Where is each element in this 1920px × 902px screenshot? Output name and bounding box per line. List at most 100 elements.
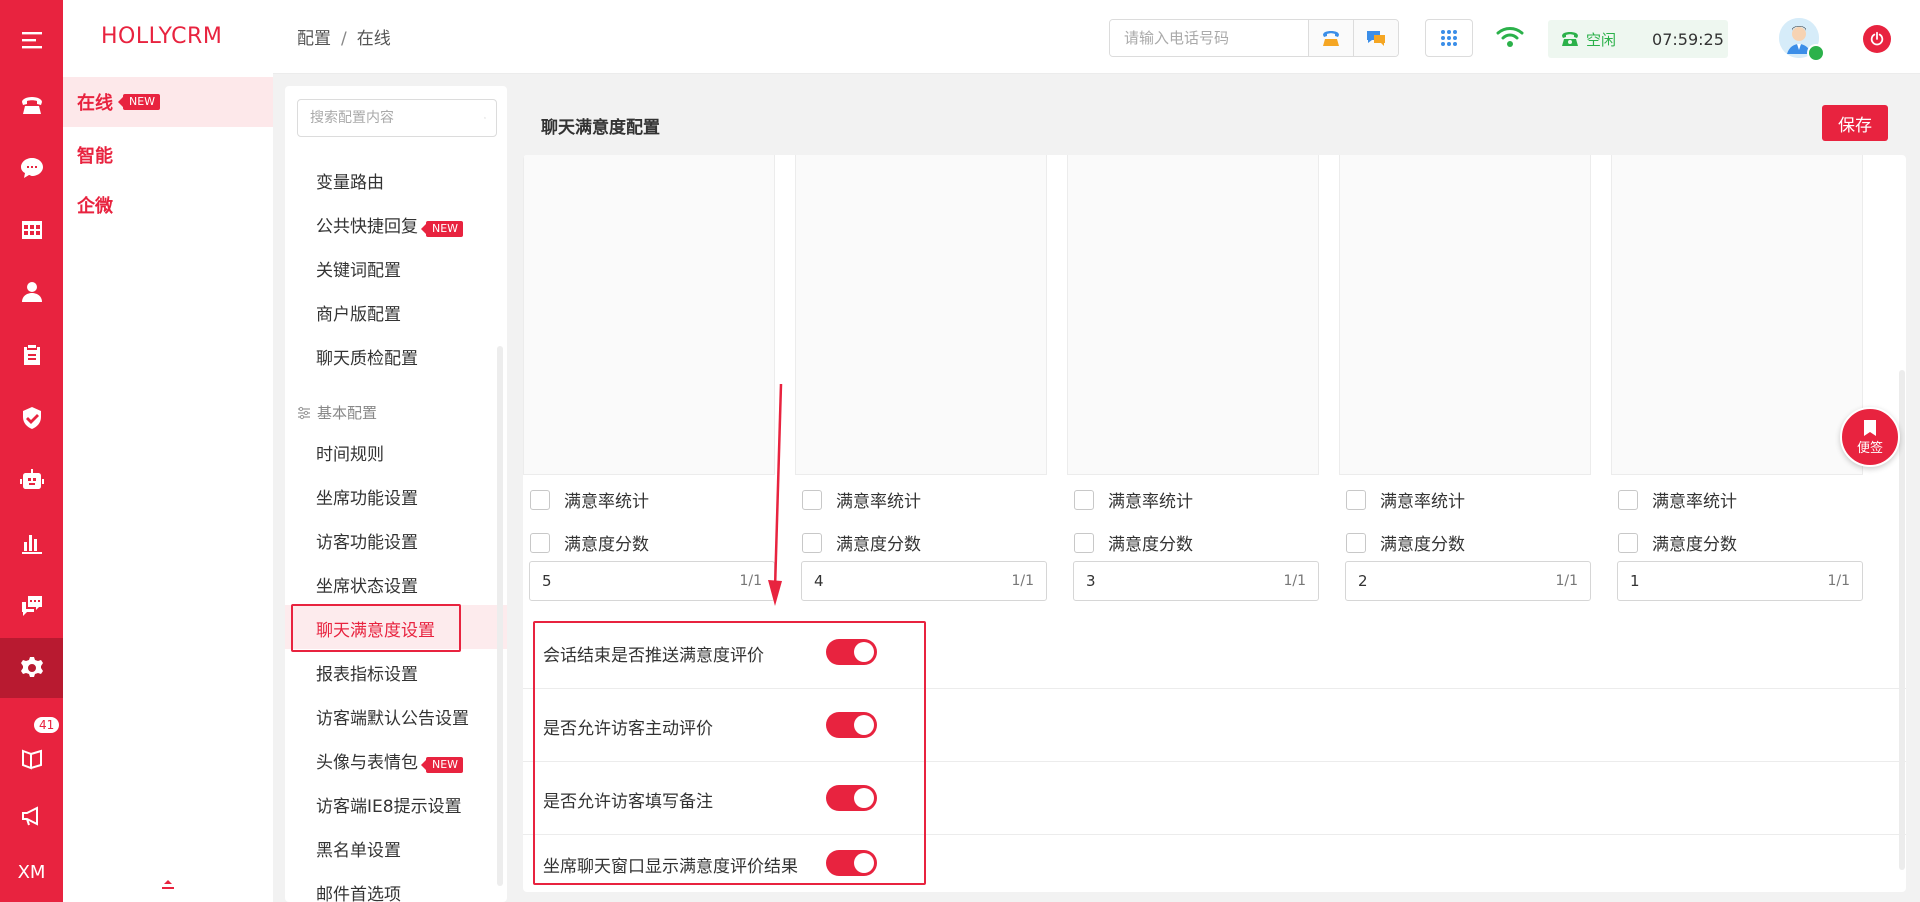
- satisfaction-rate-checkbox[interactable]: 满意率统计: [1618, 487, 1737, 512]
- dialpad-icon: [1441, 30, 1457, 46]
- config-list-panel: 变量路由 公共快捷回复NEW 关键词配置 商户版配置 聊天质检配置 基本配置 时…: [285, 86, 507, 902]
- satisfaction-rate-checkbox[interactable]: 满意率统计: [802, 487, 921, 512]
- new-tag: NEW: [420, 757, 464, 773]
- content-scrollbar[interactable]: [1899, 370, 1905, 870]
- call-icon: [1323, 31, 1339, 46]
- settings-icon[interactable]: [0, 638, 63, 698]
- power-icon: [1870, 31, 1884, 46]
- level-name-input[interactable]: 4 1/1: [801, 561, 1047, 601]
- annotation-arrow-icon: [768, 384, 783, 606]
- grid-icon[interactable]: [0, 200, 63, 260]
- module-nav: HOLLYCRM 在线 NEW 智能 企微: [63, 0, 273, 902]
- contact-icon[interactable]: [0, 262, 63, 322]
- level-column: 满意率统计 满意度分数 3 1/1: [1067, 155, 1319, 605]
- logout-button[interactable]: [1863, 25, 1891, 53]
- annotation-highlight-box: [533, 621, 926, 885]
- level-name-input[interactable]: 5 1/1: [529, 561, 775, 601]
- phone-input[interactable]: [1110, 20, 1308, 56]
- status-phone-icon: [1562, 32, 1578, 46]
- search-icon[interactable]: [484, 109, 486, 127]
- config-search: [297, 99, 497, 137]
- new-tag: NEW: [420, 221, 464, 237]
- level-name-input[interactable]: 2 1/1: [1345, 561, 1591, 601]
- config-item-merchant[interactable]: 商户版配置: [316, 300, 401, 325]
- config-item-keywords[interactable]: 关键词配置: [316, 256, 401, 281]
- level-image-area: [523, 155, 775, 475]
- config-item-agent-status[interactable]: 坐席状态设置: [316, 572, 418, 597]
- satisfaction-score-checkbox[interactable]: 满意度分数: [1074, 530, 1193, 555]
- level-image-area: [795, 155, 1047, 475]
- satisfaction-score-checkbox[interactable]: 满意度分数: [802, 530, 921, 555]
- satisfaction-score-checkbox[interactable]: 满意度分数: [530, 530, 649, 555]
- config-item-public-quick-reply[interactable]: 公共快捷回复 NEW: [316, 212, 464, 237]
- config-list-scrollbar[interactable]: [497, 346, 503, 886]
- user-initials[interactable]: XM: [0, 842, 63, 902]
- config-item-blacklist[interactable]: 黑名单设置: [316, 836, 401, 861]
- call-button[interactable]: [1308, 20, 1353, 56]
- config-item-report-metrics[interactable]: 报表指标设置: [316, 660, 418, 685]
- collapse-icon[interactable]: [161, 878, 175, 892]
- config-item-email-prefs[interactable]: 邮件首选项: [316, 880, 401, 902]
- phone-icon[interactable]: [0, 75, 63, 135]
- menu-icon[interactable]: [0, 10, 63, 70]
- shield-icon[interactable]: [0, 388, 63, 448]
- wifi-icon: [1496, 27, 1524, 47]
- config-item-agent-functions[interactable]: 坐席功能设置: [316, 484, 418, 509]
- announcement-icon[interactable]: [0, 786, 63, 846]
- satisfaction-rate-checkbox[interactable]: 满意率统计: [1074, 487, 1193, 512]
- config-item-time-rules[interactable]: 时间规则: [316, 440, 384, 465]
- agent-status[interactable]: 空闲 07:59:25: [1548, 20, 1728, 58]
- phone-search: [1109, 19, 1399, 57]
- sliders-icon: [298, 406, 310, 419]
- level-column: 满意率统计 满意度分数 1 1/1: [1611, 155, 1863, 605]
- config-item-visitor-functions[interactable]: 访客功能设置: [316, 528, 418, 553]
- icon-rail: 41 XM: [0, 0, 63, 902]
- level-image-area: [1067, 155, 1319, 475]
- robot-icon[interactable]: [0, 450, 63, 510]
- config-item-variable-routing[interactable]: 变量路由: [316, 168, 384, 193]
- nav-item-smart[interactable]: 智能: [63, 130, 273, 180]
- level-column: 满意率统计 满意度分数 4 1/1: [795, 155, 1047, 605]
- page-title: 聊天满意度配置: [541, 118, 660, 138]
- level-column: 满意率统计 满意度分数 2 1/1: [1339, 155, 1591, 605]
- breadcrumb: 配置 / 在线: [297, 29, 391, 49]
- config-item-ie8-tip[interactable]: 访客端IE8提示设置: [316, 792, 462, 817]
- config-item-chat-qc[interactable]: 聊天质检配置: [316, 344, 418, 369]
- config-item-avatar-emoji[interactable]: 头像与表情包 NEW: [316, 748, 464, 773]
- message-icon: [1367, 31, 1385, 46]
- clipboard-icon[interactable]: [0, 325, 63, 385]
- satisfaction-rate-checkbox[interactable]: 满意率统计: [530, 487, 649, 512]
- config-group-basic: 基本配置: [297, 402, 377, 423]
- level-name-input[interactable]: 3 1/1: [1073, 561, 1319, 601]
- satisfaction-score-checkbox[interactable]: 满意度分数: [1346, 530, 1465, 555]
- config-search-input[interactable]: [298, 100, 484, 136]
- status-timer: 07:59:25: [1652, 29, 1724, 49]
- breadcrumb-online: 在线: [356, 29, 391, 49]
- mail-badge: 41: [33, 716, 61, 734]
- sticky-note-button[interactable]: 便签: [1840, 407, 1900, 467]
- level-name-input[interactable]: 1 1/1: [1617, 561, 1863, 601]
- bookmark-icon: [1864, 419, 1876, 436]
- chart-icon[interactable]: [0, 513, 63, 573]
- nav-item-wecom[interactable]: 企微: [63, 180, 273, 230]
- mail-icon[interactable]: 41: [0, 716, 63, 788]
- chat-icon[interactable]: [0, 138, 63, 198]
- level-image-area: [1611, 155, 1863, 475]
- top-header: 配置/在线 空闲 07:59:25: [273, 0, 1920, 74]
- level-image-area: [1339, 155, 1591, 475]
- satisfaction-rate-checkbox[interactable]: 满意率统计: [1346, 487, 1465, 512]
- avatar[interactable]: [1779, 18, 1825, 62]
- satisfaction-score-checkbox[interactable]: 满意度分数: [1618, 530, 1737, 555]
- active-item-highlight: [291, 604, 461, 652]
- messages-icon[interactable]: [0, 576, 63, 636]
- dialpad-button[interactable]: [1425, 19, 1473, 57]
- nav-item-online[interactable]: 在线 NEW: [63, 77, 273, 127]
- new-tag: NEW: [117, 94, 161, 110]
- breadcrumb-config[interactable]: 配置: [297, 29, 331, 49]
- brand-logo: HOLLYCRM: [101, 24, 223, 49]
- level-column: 满意率统计 满意度分数 5 1/1: [523, 155, 775, 605]
- save-button[interactable]: 保存: [1822, 105, 1888, 141]
- config-item-visitor-notice[interactable]: 访客端默认公告设置: [316, 704, 469, 729]
- message-button[interactable]: [1353, 20, 1398, 56]
- status-label: 空闲: [1586, 30, 1617, 49]
